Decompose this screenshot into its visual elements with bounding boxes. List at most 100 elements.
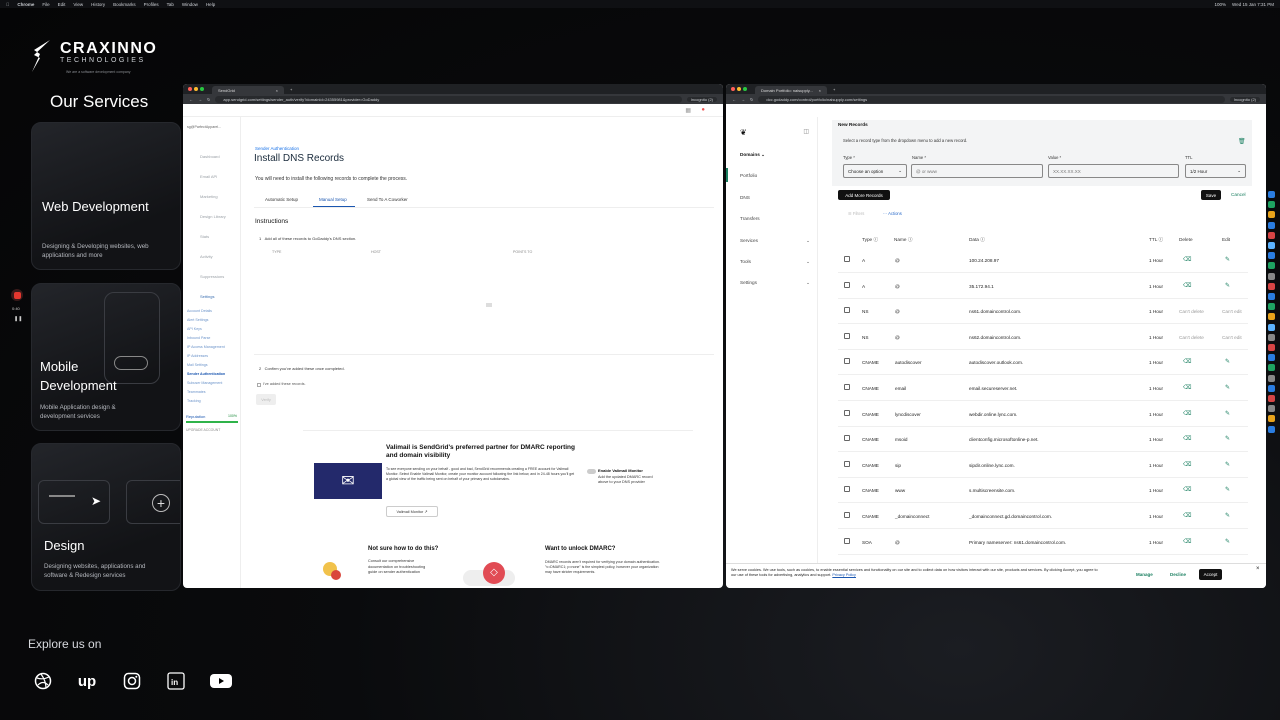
dock-app-icon[interactable] [1268, 252, 1275, 260]
dock-app-icon[interactable] [1268, 282, 1275, 290]
save-button[interactable]: Save [1201, 190, 1221, 200]
delete-icon[interactable]: ⌫ [1183, 486, 1191, 493]
table-row[interactable]: A @35.172.94.1 1 Hour ⌫ ✎ [838, 274, 1248, 299]
dock-app-icon[interactable] [1268, 333, 1275, 341]
forward-icon[interactable]: → [198, 97, 202, 102]
dock-app-icon[interactable] [1268, 415, 1275, 423]
info-icon[interactable]: ⓘ [980, 237, 985, 242]
service-card-design[interactable]: ➤ + Design Designing websites, applicati… [31, 443, 181, 591]
dock-app-icon[interactable] [1268, 405, 1275, 413]
breadcrumb[interactable]: Sender Authentication [255, 146, 299, 151]
row-checkbox[interactable] [844, 384, 850, 390]
godaddy-logo-icon[interactable]: ❦ [740, 128, 747, 137]
table-row[interactable]: CNAME www s.multiscreensite.com. 1 Hour ⌫ ✎ [838, 478, 1248, 504]
tab-manual-setup[interactable]: Manual Setup [319, 197, 347, 202]
nav-domains[interactable]: Domains ⌄ [740, 152, 765, 158]
edit-icon[interactable]: ✎ [1225, 512, 1230, 519]
add-more-records-button[interactable]: Add More Records [838, 190, 890, 200]
nav-email-api[interactable]: Email API [200, 174, 217, 179]
delete-icon[interactable]: ⌫ [1183, 410, 1191, 417]
info-icon[interactable]: ⓘ [1158, 237, 1163, 242]
delete-icon[interactable]: ⌫ [1183, 282, 1191, 289]
manage-button[interactable]: Manage [1136, 572, 1153, 577]
collapse-sidebar-icon[interactable]: ◫ [803, 128, 809, 135]
verify-button[interactable]: Verify [256, 394, 276, 405]
settings-subuser[interactable]: Subuser Management [187, 381, 222, 385]
row-checkbox[interactable] [844, 537, 850, 544]
cancel-button[interactable]: Cancel [1231, 192, 1246, 197]
menu-item[interactable]: Edit [58, 2, 66, 7]
row-checkbox[interactable] [844, 307, 850, 314]
row-checkbox[interactable] [844, 512, 850, 518]
upgrade-link[interactable]: UPGRADE ACCOUNT [186, 428, 220, 432]
dock-app-icon[interactable] [1268, 242, 1275, 249]
back-icon[interactable]: ← [189, 97, 193, 102]
nav-dns[interactable]: DNS [740, 195, 750, 200]
edit-icon[interactable]: ✎ [1225, 410, 1230, 417]
nav-services[interactable]: Services ⌄ [740, 238, 810, 244]
youtube-icon[interactable] [209, 670, 233, 692]
minimize-window-button[interactable] [194, 87, 198, 91]
row-checkbox[interactable] [844, 460, 850, 467]
info-icon[interactable]: ⓘ [873, 237, 878, 242]
nav-tools[interactable]: Tools ⌄ [740, 259, 810, 265]
dock-app-icon[interactable] [1268, 211, 1275, 219]
settings-ip-addresses[interactable]: IP Addresses [187, 354, 208, 358]
delete-icon[interactable]: ⌫ [1183, 435, 1191, 442]
reload-icon[interactable]: ↻ [207, 97, 210, 102]
nav-stats[interactable]: Stats [200, 234, 209, 239]
table-row[interactable]: CNAME autodiscover autodiscover.outlook.co… [838, 350, 1248, 376]
upwork-icon[interactable]: up [75, 670, 99, 692]
type-select[interactable]: Choose an option ⌄ [843, 164, 907, 178]
account-name[interactable]: sg@ParfectApparel... [187, 125, 221, 129]
clock[interactable]: Wed 15 Jan 7:31 PM [1232, 2, 1274, 7]
row-checkbox[interactable] [844, 281, 850, 288]
browser-tab[interactable]: Domain Portfolio: naisupply... × [755, 86, 827, 94]
delete-icon[interactable]: ⌫ [1183, 256, 1191, 263]
dock-app-icon[interactable] [1268, 374, 1275, 382]
edit-icon[interactable]: ✎ [1225, 358, 1230, 365]
zoom-window-button[interactable] [200, 87, 204, 91]
dock-app-icon[interactable] [1268, 364, 1275, 372]
table-row[interactable]: CNAME msoid clientconfig.microsoftonline-p… [838, 427, 1248, 453]
browser-tab[interactable]: SendGrid × [212, 86, 284, 94]
table-row[interactable]: SOA @ Primary nameserver: ns61.domaincontr… [838, 530, 1248, 555]
menu-item[interactable]: History [91, 2, 105, 7]
decline-button[interactable]: Decline [1170, 572, 1186, 577]
valimail-toggle[interactable] [587, 469, 596, 474]
record-stop-button[interactable] [11, 289, 23, 301]
address-bar[interactable]: dcc.godaddy.com/control/portfolio/naisup… [758, 95, 1225, 103]
table-row[interactable]: CNAME sip sipdir.online.lync.com. 1 Hour ⌫ ✎ [838, 453, 1248, 478]
row-checkbox[interactable] [844, 486, 850, 493]
edit-icon[interactable]: ✎ [1225, 461, 1230, 468]
name-input[interactable]: @ or www [911, 164, 1043, 178]
dock-app-icon[interactable] [1268, 221, 1275, 229]
info-icon[interactable]: ⓘ [908, 237, 913, 242]
edit-icon[interactable]: ✎ [1225, 435, 1230, 442]
delete-icon[interactable]: ⌫ [1183, 461, 1191, 468]
privacy-policy-link[interactable]: Privacy Policy [832, 573, 856, 577]
menu-item[interactable]: Help [206, 2, 215, 7]
back-icon[interactable]: ← [732, 97, 736, 102]
edit-icon[interactable]: ✎ [1225, 486, 1230, 493]
row-checkbox[interactable] [844, 256, 850, 262]
service-card-web[interactable]: Web Development Designing & Developing w… [31, 122, 181, 270]
table-row[interactable]: NS @ ns62.domaincontrol.com. 1 Hour Can't de… [838, 325, 1248, 350]
nav-marketing[interactable]: Marketing [200, 194, 218, 199]
settings-tracking[interactable]: Tracking [187, 399, 201, 403]
nav-transfers[interactable]: Transfers [740, 216, 760, 221]
settings-teammates[interactable]: Teammates [187, 390, 206, 394]
nav-settings[interactable]: Settings ⌄ [740, 280, 810, 286]
table-row[interactable]: CNAME lyncdiscover webdir.online.lync.com.… [838, 402, 1248, 427]
menu-item[interactable]: Profiles [144, 2, 159, 7]
accept-button[interactable]: Accept [1199, 569, 1222, 580]
filters-button[interactable]: ☰ Filters [848, 211, 864, 216]
dock-app-icon[interactable] [1268, 354, 1275, 362]
table-row[interactable]: CNAME email email.secureserver.net. 1 Hour ⌫… [838, 376, 1248, 401]
menu-item[interactable]: Bookmarks [113, 2, 136, 7]
forward-icon[interactable]: → [741, 97, 745, 102]
ttl-select[interactable]: 1/2 Hour ⌄ [1185, 164, 1246, 178]
row-checkbox[interactable] [844, 332, 850, 339]
tab-send-to-coworker[interactable]: Send To A Coworker [367, 197, 408, 202]
delete-icon[interactable]: ⌫ [1183, 384, 1191, 391]
